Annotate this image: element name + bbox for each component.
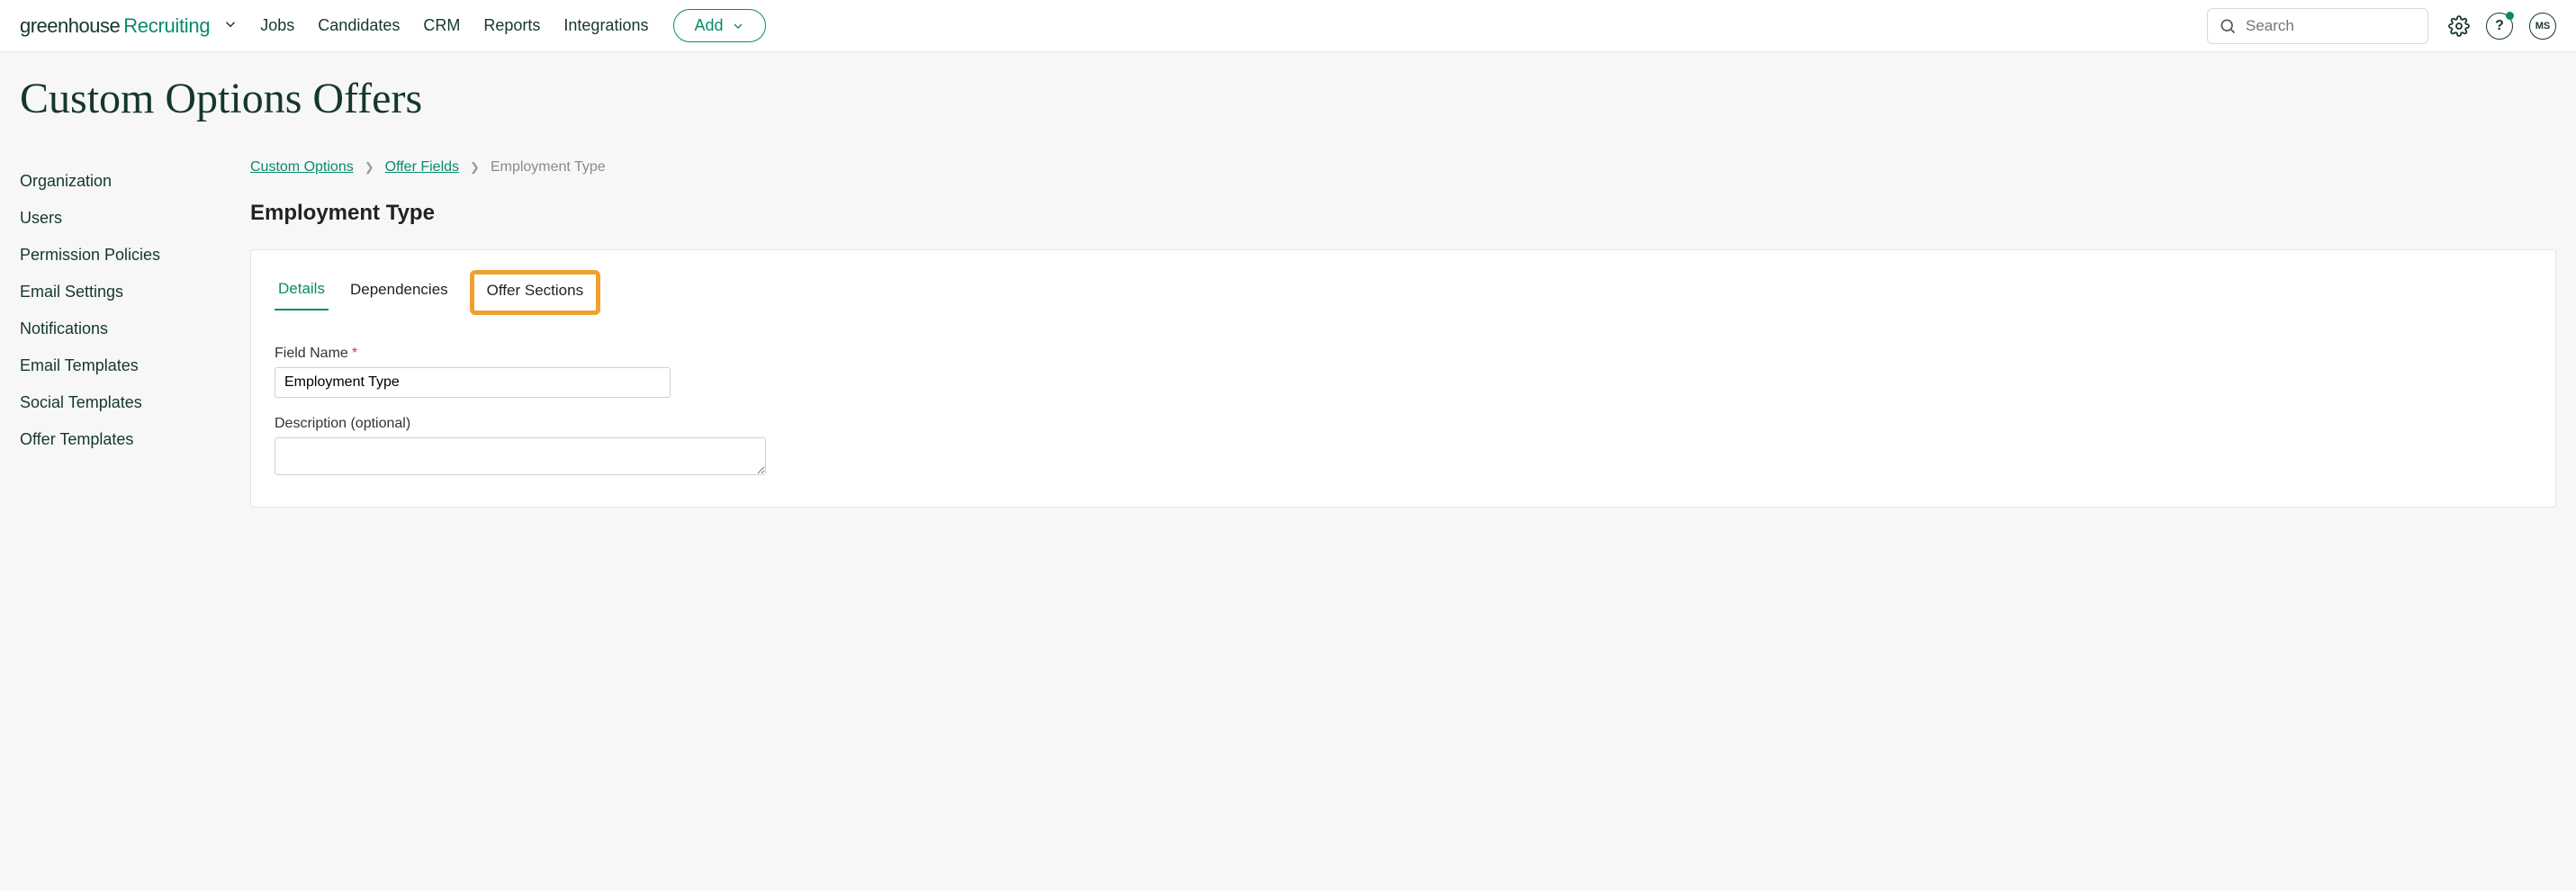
brand-name-1: greenhouse	[20, 14, 120, 38]
chevron-right-icon: ❯	[365, 160, 374, 175]
breadcrumb-custom-options[interactable]: Custom Options	[250, 159, 354, 176]
settings-sidebar: Organization Users Permission Policies E…	[20, 159, 250, 508]
tab-offer-sections[interactable]: Offer Sections	[483, 276, 587, 303]
sidebar-item-email-templates[interactable]: Email Templates	[20, 347, 250, 384]
tabs: Details Dependencies Offer Sections	[275, 270, 2532, 315]
sidebar-item-permission-policies[interactable]: Permission Policies	[20, 237, 250, 274]
chevron-down-icon	[731, 19, 745, 33]
avatar[interactable]: MS	[2529, 13, 2556, 40]
description-label: Description (optional)	[275, 416, 2532, 432]
sidebar-item-organization[interactable]: Organization	[20, 163, 250, 200]
main-content: Custom Options ❯ Offer Fields ❯ Employme…	[250, 159, 2556, 508]
details-panel: Details Dependencies Offer Sections Fiel…	[250, 249, 2556, 508]
description-textarea[interactable]	[275, 437, 766, 475]
brand-switcher[interactable]: greenhouse Recruiting	[20, 14, 239, 38]
chevron-right-icon: ❯	[470, 160, 480, 175]
page-title: Custom Options Offers	[20, 74, 2556, 123]
field-name-label: Field Name*	[275, 346, 2532, 362]
search-icon	[2219, 17, 2237, 35]
highlight-offer-sections: Offer Sections	[470, 270, 600, 315]
add-button[interactable]: Add	[673, 9, 765, 42]
tab-dependencies[interactable]: Dependencies	[347, 275, 452, 310]
search-input[interactable]	[2246, 17, 2417, 35]
sidebar-item-notifications[interactable]: Notifications	[20, 310, 250, 347]
top-nav: greenhouse Recruiting Jobs Candidates CR…	[0, 0, 2576, 52]
sidebar-item-offer-templates[interactable]: Offer Templates	[20, 421, 250, 458]
primary-nav: Jobs Candidates CRM Reports Integrations	[260, 16, 648, 35]
nav-reports[interactable]: Reports	[483, 16, 540, 35]
help-icon[interactable]: ?	[2486, 13, 2513, 40]
tab-details[interactable]: Details	[275, 274, 329, 310]
gear-icon[interactable]	[2448, 15, 2470, 37]
nav-jobs[interactable]: Jobs	[260, 16, 294, 35]
sidebar-item-users[interactable]: Users	[20, 200, 250, 237]
add-button-label: Add	[694, 16, 723, 35]
avatar-initials: MS	[2535, 21, 2551, 32]
top-right-icons: ? MS	[2448, 13, 2556, 40]
nav-candidates[interactable]: Candidates	[318, 16, 400, 35]
section-title: Employment Type	[250, 201, 2556, 226]
breadcrumb-current: Employment Type	[491, 159, 606, 176]
notification-dot-icon	[2506, 12, 2514, 20]
required-asterisk-icon: *	[352, 346, 357, 361]
brand-name-2: Recruiting	[123, 14, 210, 38]
breadcrumb-offer-fields[interactable]: Offer Fields	[385, 159, 459, 176]
nav-integrations[interactable]: Integrations	[563, 16, 648, 35]
breadcrumb: Custom Options ❯ Offer Fields ❯ Employme…	[250, 159, 2556, 176]
nav-crm[interactable]: CRM	[423, 16, 460, 35]
field-name-input[interactable]	[275, 367, 671, 398]
search-box[interactable]	[2207, 8, 2428, 44]
sidebar-item-email-settings[interactable]: Email Settings	[20, 274, 250, 310]
chevron-down-icon	[222, 16, 239, 32]
sidebar-item-social-templates[interactable]: Social Templates	[20, 384, 250, 421]
